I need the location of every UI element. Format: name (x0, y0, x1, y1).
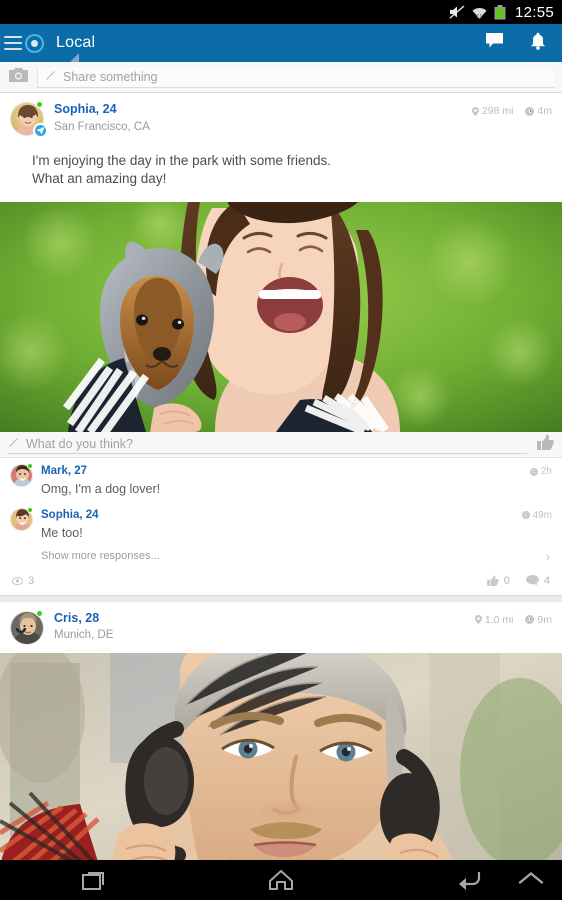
status-bar: 12:55 (0, 0, 562, 24)
post-distance: 298 mi (471, 105, 514, 117)
post-photo[interactable] (0, 202, 562, 433)
replies-count[interactable]: 4 (525, 574, 550, 587)
messages-icon[interactable] (485, 32, 504, 54)
pencil-icon (45, 68, 56, 86)
post-author-location: San Francisco, CA (54, 120, 150, 133)
post-distance-value: 298 mi (481, 105, 514, 117)
replies-count-value: 4 (543, 574, 550, 587)
avatar[interactable] (10, 609, 44, 645)
mute-icon (449, 5, 465, 19)
post-distance: 1.0 mi (474, 613, 514, 626)
app-logo-icon[interactable] (25, 33, 44, 53)
comment-author[interactable]: Sophia, 24 (41, 508, 522, 523)
likes-count-value: 0 (503, 574, 510, 587)
share-input-placeholder: Share something (63, 69, 158, 84)
comment-time-value: 2h (540, 466, 552, 478)
comment-time-value: 49m (532, 509, 552, 521)
post-author-location: Munich, DE (54, 629, 114, 642)
app-bar-actions (485, 32, 552, 55)
views-count: 3 (12, 575, 34, 587)
post-header: Sophia, 24 San Francisco, CA 298 mi 4m (0, 93, 562, 144)
post-meta: 298 mi 4m (471, 102, 552, 117)
android-nav-bar (0, 860, 562, 900)
show-more-label: Show more responses... (41, 550, 160, 563)
home-icon[interactable] (187, 869, 374, 891)
comment-text: Omg, I'm a dog lover! (41, 482, 161, 497)
post-distance-value: 1.0 mi (484, 613, 514, 626)
app-bar-title[interactable]: Local (56, 34, 95, 52)
pencil-icon (8, 435, 19, 453)
status-bar-clock: 12:55 (514, 3, 554, 21)
online-status-dot (36, 609, 43, 617)
post-author-name[interactable]: Sophia, 24 (54, 102, 150, 118)
post-photo[interactable] (0, 652, 562, 868)
views-count-value: 3 (28, 574, 35, 587)
online-status-dot (36, 101, 43, 108)
post-header: Cris, 28 Munich, DE 1.0 mi 9m (0, 602, 562, 653)
post-time-value: 9m (537, 613, 552, 626)
share-input[interactable]: Share something (37, 66, 554, 88)
online-status-dot (27, 463, 33, 470)
comment-input[interactable]: What do you think? (8, 435, 527, 455)
post-meta: 1.0 mi 9m (474, 611, 552, 626)
comment-author[interactable]: Mark, 27 (41, 464, 530, 479)
post-time: 9m (525, 614, 552, 626)
post-time-value: 4m (537, 105, 552, 117)
thumbs-up-icon[interactable] (537, 434, 554, 455)
feed: Sophia, 24 San Francisco, CA 298 mi 4m I… (0, 93, 562, 869)
comment-item: Mark, 27 Omg, I'm a dog lover! 2h (0, 458, 562, 501)
recents-icon[interactable] (0, 869, 187, 891)
comment-time: 2h (529, 464, 552, 478)
comment-input-placeholder: What do you think? (26, 437, 134, 452)
send-badge-icon (33, 123, 48, 138)
title-dropdown-caret[interactable] (70, 53, 79, 62)
post-stats: 3 0 4 (0, 572, 562, 595)
likes-count[interactable]: 0 (486, 574, 510, 587)
camera-icon[interactable] (8, 67, 29, 88)
share-bar[interactable]: Share something (0, 62, 562, 93)
avatar[interactable] (10, 506, 33, 531)
avatar[interactable] (10, 463, 33, 488)
battery-icon (494, 4, 506, 20)
post-author-block: Cris, 28 Munich, DE (54, 611, 113, 643)
show-more-responses-button[interactable]: Show more responses... › (0, 545, 562, 572)
app-bar: Local (0, 24, 562, 62)
comment-text: Me too! (41, 525, 83, 540)
post-card: Sophia, 24 San Francisco, CA 298 mi 4m I… (0, 93, 562, 596)
hamburger-menu-icon[interactable] (4, 36, 22, 50)
post-card: Cris, 28 Munich, DE 1.0 mi 9m (0, 601, 562, 869)
post-time: 4m (525, 105, 552, 117)
post-text: I'm enjoying the day in the park with so… (32, 153, 331, 187)
chevron-right-icon: › (545, 548, 550, 564)
online-status-dot (27, 506, 33, 513)
wifi-icon (472, 5, 487, 19)
avatar[interactable] (10, 101, 48, 138)
device-screen: 12:55 Local Share something Sophia, 24 S… (0, 0, 562, 900)
chevron-up-icon[interactable] (518, 871, 544, 890)
comment-composer[interactable]: What do you think? (0, 432, 562, 459)
post-author-block: Sophia, 24 San Francisco, CA (54, 102, 150, 134)
post-author-name[interactable]: Cris, 28 (54, 611, 113, 627)
comment-time: 49m (521, 508, 552, 521)
comment-item: Sophia, 24 Me too! 49m (0, 502, 562, 545)
notifications-icon[interactable] (530, 32, 546, 55)
